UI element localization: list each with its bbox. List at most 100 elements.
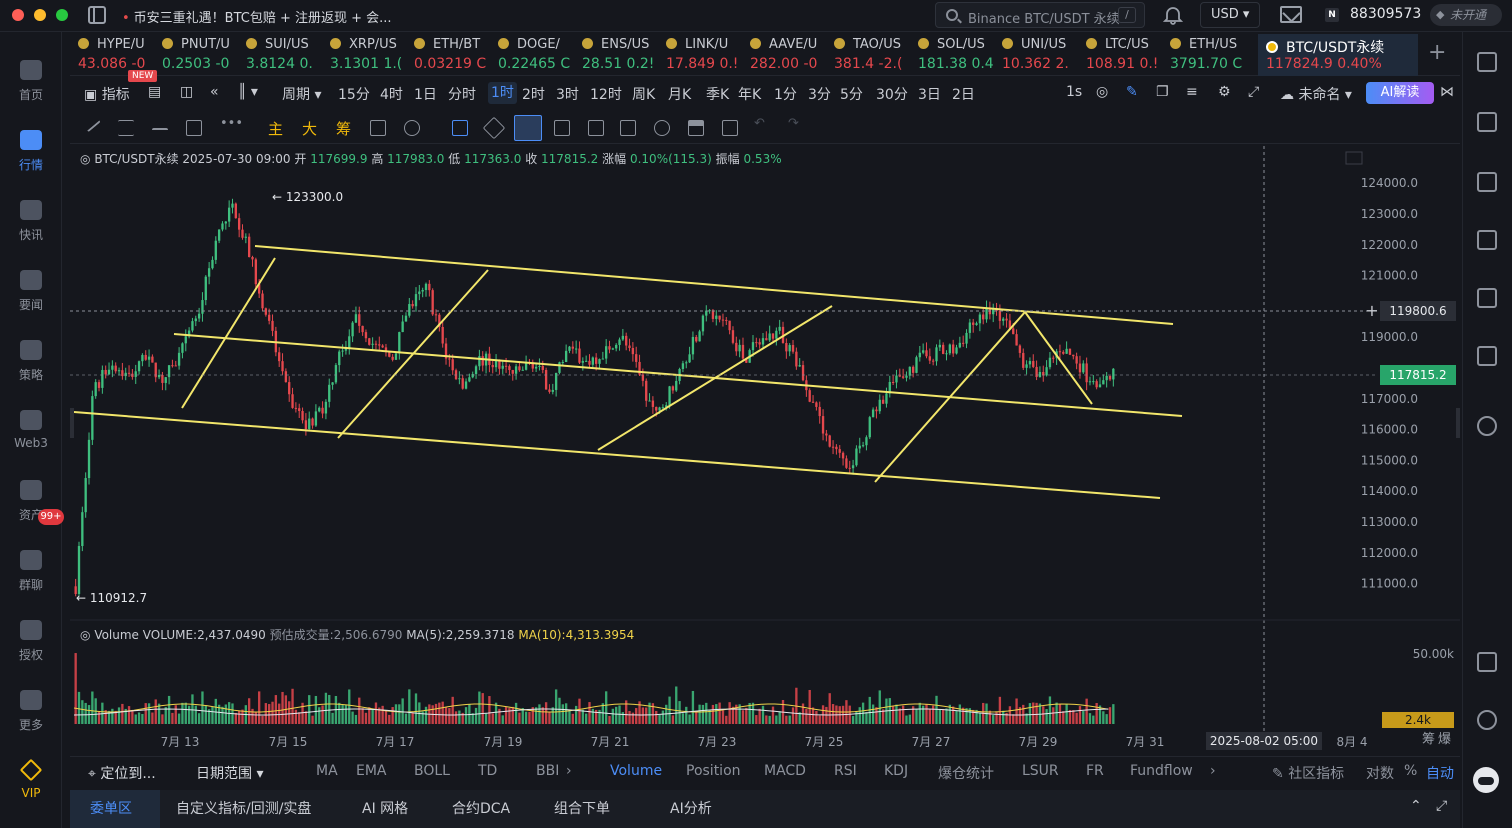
dollar-icon[interactable]: [1477, 172, 1497, 192]
redo-icon[interactable]: ↷: [788, 116, 804, 132]
window-icon[interactable]: ❐: [1156, 84, 1169, 100]
trend-icon[interactable]: [1477, 230, 1497, 250]
add-ticker-icon[interactable]: +: [1428, 40, 1446, 65]
bottom-tab-4[interactable]: 组合下单: [554, 798, 610, 818]
period-11[interactable]: 年K: [738, 84, 761, 104]
trash-icon[interactable]: [722, 120, 738, 136]
trend-line[interactable]: [1024, 311, 1093, 405]
ticker-item[interactable]: TAO/US 381.4 -2.(: [826, 34, 910, 76]
ticker-item[interactable]: XRP/US 3.1301 1.(: [322, 34, 406, 76]
chevron-up-icon[interactable]: ⌃: [1410, 798, 1422, 814]
ticker-item[interactable]: ETH/US 3791.70 C: [1162, 34, 1246, 76]
assistant-cat-icon[interactable]: [1473, 767, 1499, 793]
main-indicator-4[interactable]: BBI: [536, 763, 559, 779]
filter-icon[interactable]: [688, 120, 704, 136]
bell-icon[interactable]: [1163, 5, 1183, 25]
period-2[interactable]: 1日: [414, 84, 437, 104]
period-17[interactable]: 2日: [952, 84, 975, 104]
bottom-tab-3[interactable]: 合约DCA: [452, 798, 510, 818]
auto-scale-toggle[interactable]: 自动: [1426, 763, 1454, 783]
left-drag-handle[interactable]: [70, 408, 74, 438]
ticker-item[interactable]: AAVE/U 282.00 -0: [742, 34, 826, 76]
nav-item-5[interactable]: Web3: [0, 410, 62, 470]
rectangle-tool-icon[interactable]: [186, 120, 202, 136]
indicator-button[interactable]: ▣ 指标: [84, 84, 130, 104]
chart-type-select[interactable]: ║ ▾: [238, 84, 258, 100]
settings-gear-icon[interactable]: ⚙: [1218, 84, 1231, 100]
trend-line[interactable]: [597, 305, 833, 451]
watchlist-icon[interactable]: [1477, 52, 1497, 72]
period-12[interactable]: 1分: [774, 84, 797, 104]
chart-canvas[interactable]: 124000.0 123000.0 122000.0 121000.0 119000.0…: [70, 146, 1460, 756]
maximize-window-button[interactable]: [56, 9, 68, 21]
sub-indicator-4[interactable]: KDJ: [884, 763, 908, 779]
search-input[interactable]: Binance BTC/USDT 永续: [968, 8, 1120, 27]
orderbook-icon[interactable]: [1477, 112, 1497, 132]
share-icon[interactable]: ⋈: [1440, 84, 1454, 100]
maximize-pane-icon[interactable]: [1345, 151, 1363, 165]
more-tools-icon[interactable]: •••: [220, 116, 243, 132]
resolution-label[interactable]: 1s: [1066, 84, 1082, 100]
horizontal-line-icon[interactable]: [152, 128, 168, 144]
expand-panel-icon[interactable]: ⤢: [1436, 798, 1447, 814]
alert-icon[interactable]: [404, 120, 420, 136]
account-status-pill[interactable]: 未开通: [1430, 4, 1502, 26]
sub-indicator-0[interactable]: Volume: [610, 763, 662, 779]
ticker-item[interactable]: ENS/US 28.51 0.2!: [574, 34, 658, 76]
ticker-item[interactable]: LINK/U 17.849 0.!: [658, 34, 742, 76]
bottom-tab-0[interactable]: 委单区: [90, 798, 132, 818]
log-scale-toggle[interactable]: 对数: [1366, 763, 1394, 783]
etf-icon[interactable]: [1477, 346, 1497, 366]
period-15[interactable]: 30分: [876, 84, 908, 104]
parallel-channel-icon[interactable]: [118, 120, 134, 136]
note-icon[interactable]: [620, 120, 636, 136]
pencil-icon[interactable]: ✎: [1126, 84, 1138, 100]
brush-tool-icon[interactable]: [514, 115, 542, 141]
ai-analysis-button[interactable]: AI解读: [1366, 82, 1434, 104]
sidebar-toggle-icon[interactable]: [88, 6, 106, 24]
sub-indicator-1[interactable]: Position: [686, 763, 741, 779]
panel-layout-icon[interactable]: [1477, 652, 1497, 672]
fullscreen-icon[interactable]: ⤢: [1248, 84, 1259, 100]
close-window-button[interactable]: [12, 9, 24, 21]
user-id[interactable]: 88309573: [1350, 6, 1421, 22]
layout-icon[interactable]: ▤: [148, 84, 161, 100]
replay-icon[interactable]: [370, 120, 386, 136]
currency-select[interactable]: USD ▾: [1200, 2, 1260, 28]
nav-item-7[interactable]: 群聊: [0, 550, 62, 610]
camera-icon[interactable]: ◎: [1096, 84, 1108, 100]
nav-item-2[interactable]: 快讯: [0, 200, 62, 260]
sub-indicator-3[interactable]: RSI: [834, 763, 857, 779]
split-icon[interactable]: ◫: [180, 84, 193, 100]
ticker-item[interactable]: UNI/US 10.362 2.: [994, 34, 1078, 76]
bottom-tab-2[interactable]: AI 网格: [362, 798, 408, 818]
nav-item-0[interactable]: 首页: [0, 60, 62, 120]
ticker-item[interactable]: PNUT/U 0.2503 -0: [154, 34, 238, 76]
ticker-item[interactable]: SOL/US 181.38 0.4: [910, 34, 994, 76]
main-indicator-3[interactable]: TD: [478, 763, 497, 779]
monitor-icon[interactable]: [1477, 288, 1497, 308]
date-range-select[interactable]: 日期范围 ▾: [196, 763, 263, 783]
promo-banner[interactable]: • 币安三重礼遇！BTC包赔 + 注册返现 + 会...: [122, 7, 392, 26]
period-10[interactable]: 季K: [706, 84, 729, 104]
nav-item-8[interactable]: 授权: [0, 620, 62, 680]
main-chart-toggle[interactable]: 主: [268, 118, 288, 138]
layout-name-select[interactable]: ☁ 未命名 ▾: [1280, 84, 1352, 104]
bottom-tab-1[interactable]: 自定义指标/回测/实盘: [176, 798, 311, 818]
magnet-icon[interactable]: [654, 120, 670, 136]
minimize-window-button[interactable]: [34, 9, 46, 21]
period-4[interactable]: 1时: [488, 82, 517, 104]
period-1[interactable]: 4时: [380, 84, 403, 104]
nav-item-1[interactable]: 行情: [0, 130, 62, 190]
big-order-toggle[interactable]: 大: [302, 118, 322, 138]
percent-scale-toggle[interactable]: %: [1404, 763, 1417, 779]
trendline-tool-icon[interactable]: [83, 115, 101, 133]
main-indicator-1[interactable]: EMA: [356, 763, 387, 779]
period-select[interactable]: 周期 ▾: [282, 84, 321, 104]
ticker-item[interactable]: LTC/US 108.91 0.!: [1078, 34, 1162, 76]
sub-indicator-2[interactable]: MACD: [764, 763, 806, 779]
community-indicator-button[interactable]: ✎ 社区指标: [1272, 763, 1344, 783]
main-indicator-0[interactable]: MA: [316, 763, 338, 779]
sub-indicator-8[interactable]: Fundflow: [1130, 763, 1193, 779]
trend-line[interactable]: [874, 311, 1026, 483]
